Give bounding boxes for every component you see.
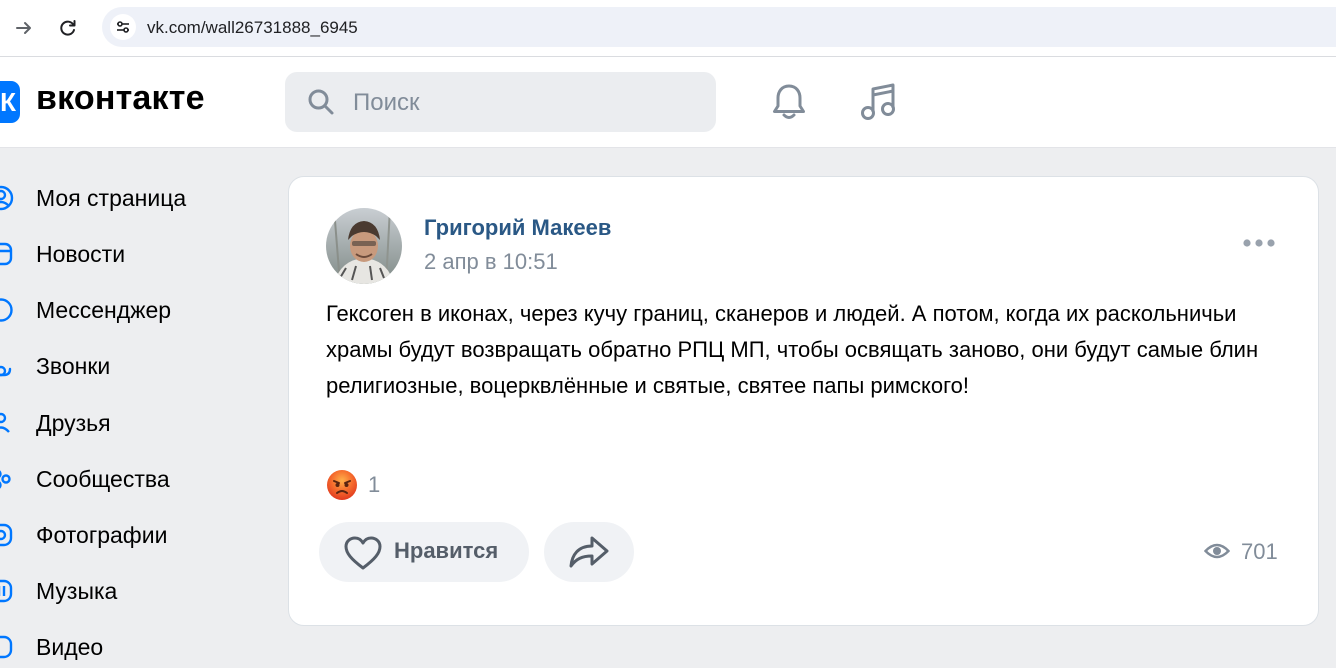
eye-icon xyxy=(1204,543,1230,559)
sidebar-item-calls[interactable]: Звонки xyxy=(0,343,250,387)
search-icon xyxy=(308,89,334,115)
author-avatar[interactable] xyxy=(326,208,402,284)
arrow-forward-icon xyxy=(16,22,31,34)
post-author[interactable]: Григорий Макеев xyxy=(424,215,611,241)
reload-icon xyxy=(60,20,76,36)
sidebar-item-my-page[interactable]: Моя страница xyxy=(0,175,250,219)
like-button[interactable]: Нравится xyxy=(319,522,529,582)
reload-button[interactable] xyxy=(52,12,84,44)
message-icon xyxy=(0,298,13,322)
sidebar-item-music[interactable]: Музыка xyxy=(0,568,250,612)
sidebar-item-communities[interactable]: Сообщества xyxy=(0,456,250,500)
sidebar-item-label: Друзья xyxy=(36,410,111,436)
more-dots-icon xyxy=(1243,239,1275,247)
sidebar-item-label: Звонки xyxy=(36,353,111,379)
sidebar-item-photos[interactable]: Фотографии xyxy=(0,512,250,556)
news-icon xyxy=(0,242,13,266)
post-text: Гексоген в иконах, через кучу границ, ск… xyxy=(326,301,1259,398)
sidebar-item-label: Музыка xyxy=(36,578,118,604)
views-count: 701 xyxy=(1241,539,1278,564)
sidebar-item-label: Фотографии xyxy=(36,522,168,548)
music-icon xyxy=(0,579,13,603)
search-box[interactable] xyxy=(285,72,716,132)
music-button[interactable] xyxy=(855,79,901,125)
post-date[interactable]: 2 апр в 10:51 xyxy=(424,249,558,275)
browser-toolbar: vk.com/wall26731888_6945 xyxy=(0,0,1336,57)
sidebar-item-label: Моя страница xyxy=(36,185,187,211)
share-button[interactable] xyxy=(544,522,634,582)
angry-face-icon[interactable] xyxy=(326,469,358,501)
vk-logo-icon[interactable]: К xyxy=(0,81,20,123)
phone-icon xyxy=(0,365,12,377)
site-info-icon xyxy=(117,21,129,33)
heart-icon xyxy=(344,536,382,570)
reaction-count[interactable]: 1 xyxy=(368,472,380,498)
sidebar-item-video[interactable]: Видео xyxy=(0,624,250,668)
site-header: К вконтакте xyxy=(0,57,1336,148)
search-input[interactable] xyxy=(351,86,695,120)
sidebar-item-label: Новости xyxy=(36,241,126,267)
communities-icon xyxy=(0,470,11,489)
post-card: Григорий Макеев 2 апр в 10:51 Гексоген в… xyxy=(288,176,1319,626)
sidebar-item-friends[interactable]: Друзья xyxy=(0,400,250,444)
sidebar-item-label: Мессенджер xyxy=(36,297,172,323)
music-icon xyxy=(861,83,895,120)
vk-logo-mark: К xyxy=(0,87,16,117)
user-icon xyxy=(0,185,14,211)
photo-icon xyxy=(0,523,13,547)
sidebar-item-label: Сообщества xyxy=(36,466,170,492)
like-label: Нравится xyxy=(394,538,499,563)
address-bar[interactable]: vk.com/wall26731888_6945 xyxy=(102,7,1336,47)
share-arrow-icon xyxy=(569,536,609,568)
sidebar-item-news[interactable]: Новости xyxy=(0,231,250,275)
more-options-button[interactable] xyxy=(1239,231,1279,255)
site-info-button[interactable] xyxy=(110,14,136,40)
sidebar-item-messenger[interactable]: Мессенджер xyxy=(0,287,250,331)
forward-button[interactable] xyxy=(8,12,40,44)
bell-icon xyxy=(773,84,805,119)
avatar-photo xyxy=(326,208,402,284)
notifications-button[interactable] xyxy=(766,79,812,125)
vk-logo-text[interactable]: вконтакте xyxy=(36,79,205,118)
video-icon xyxy=(0,635,13,659)
friends-icon xyxy=(0,412,10,433)
url-text[interactable]: vk.com/wall26731888_6945 xyxy=(147,18,358,38)
